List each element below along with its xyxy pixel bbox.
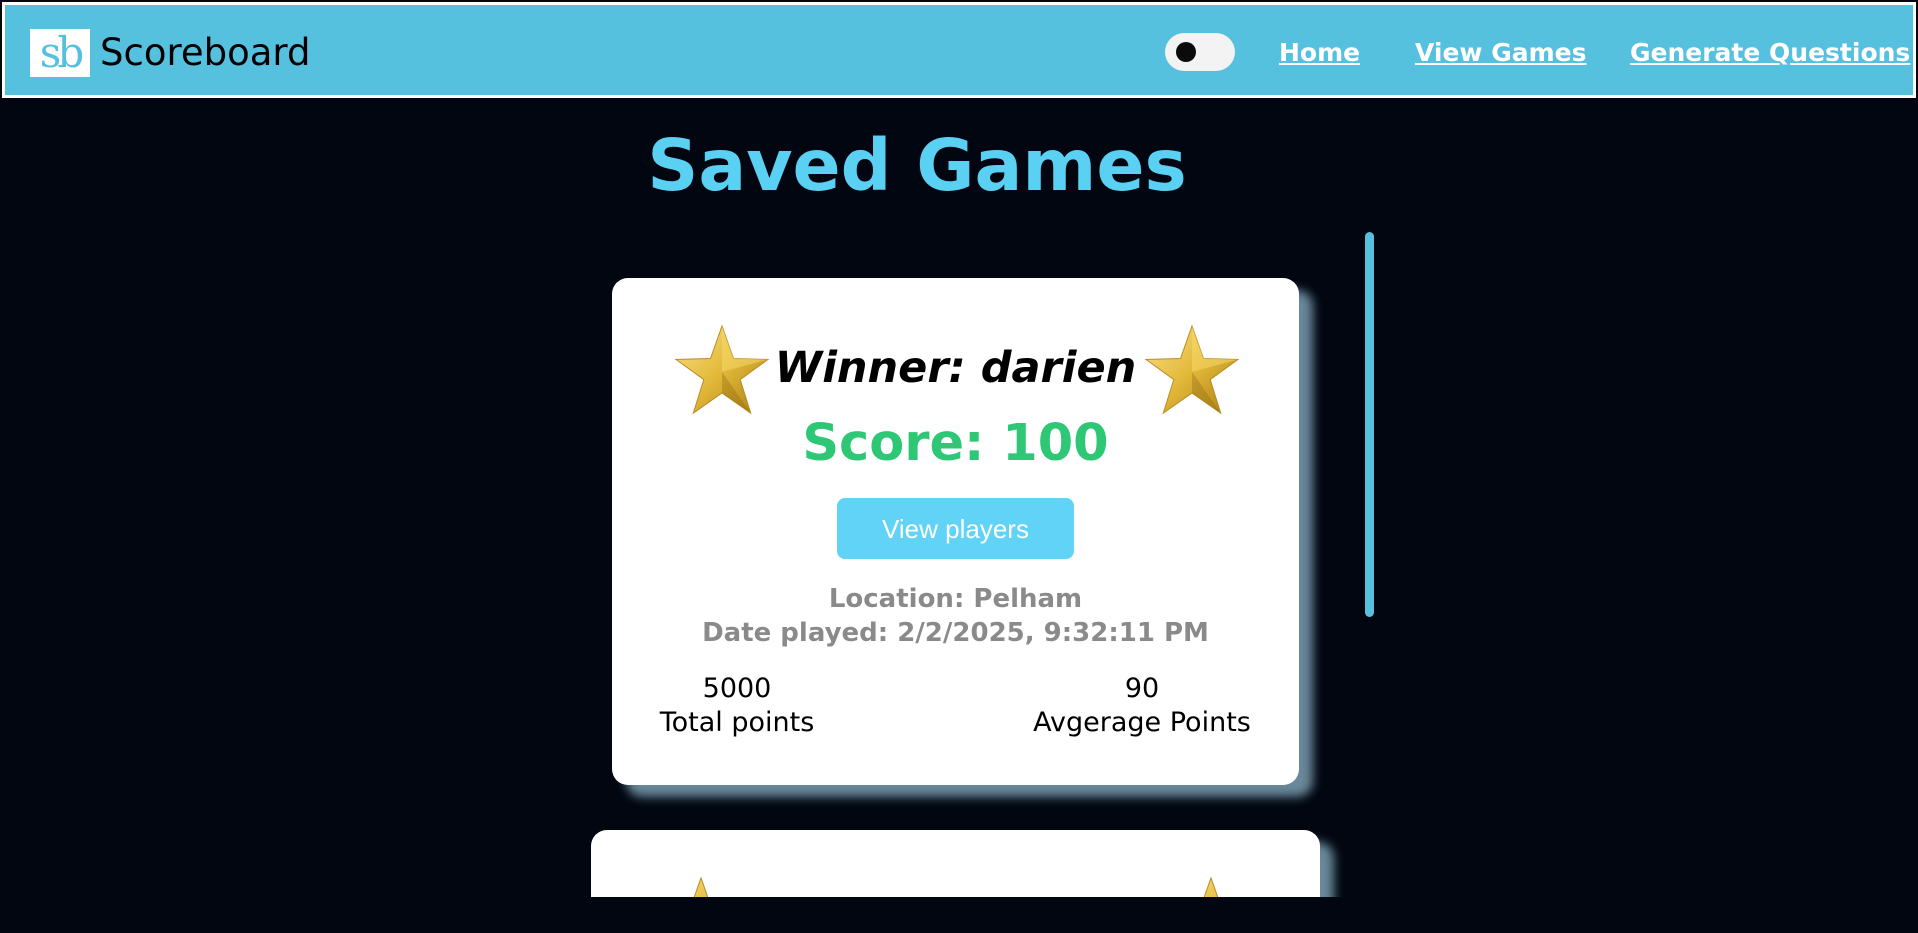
logo[interactable]: sb xyxy=(30,29,90,77)
navbar: sb Scoreboard Home View Games Generate Q… xyxy=(2,2,1916,98)
scrollbar[interactable] xyxy=(1365,232,1374,617)
nav-link-home[interactable]: Home xyxy=(1279,35,1360,71)
star-icon xyxy=(1203,876,1219,897)
page-title: Saved Games xyxy=(647,124,1187,207)
total-points-value: 5000 xyxy=(702,673,772,704)
nav-link-generate-questions[interactable]: Generate Questions xyxy=(1630,35,1910,71)
average-points-label: Avgerage Points xyxy=(1033,707,1251,738)
average-points-value: 90 xyxy=(1124,673,1160,704)
viewport: sb Scoreboard Home View Games Generate Q… xyxy=(0,0,1918,897)
toggle-knob xyxy=(1176,42,1196,62)
nav-link-view-games[interactable]: View Games xyxy=(1415,35,1587,71)
star-icon xyxy=(1144,324,1240,415)
view-players-button[interactable]: View players xyxy=(837,498,1074,559)
theme-toggle[interactable] xyxy=(1165,33,1235,71)
game-location: Location: Pelham xyxy=(828,584,1083,614)
total-points-label: Total points xyxy=(659,707,815,738)
winner-score: Score: 100 xyxy=(802,414,1109,473)
game-date: Date played: 2/2/2025, 9:32:11 PM xyxy=(702,618,1209,648)
brand-title[interactable]: Scoreboard xyxy=(100,29,310,77)
logo-text: sb xyxy=(39,28,84,77)
star-icon xyxy=(693,876,709,897)
